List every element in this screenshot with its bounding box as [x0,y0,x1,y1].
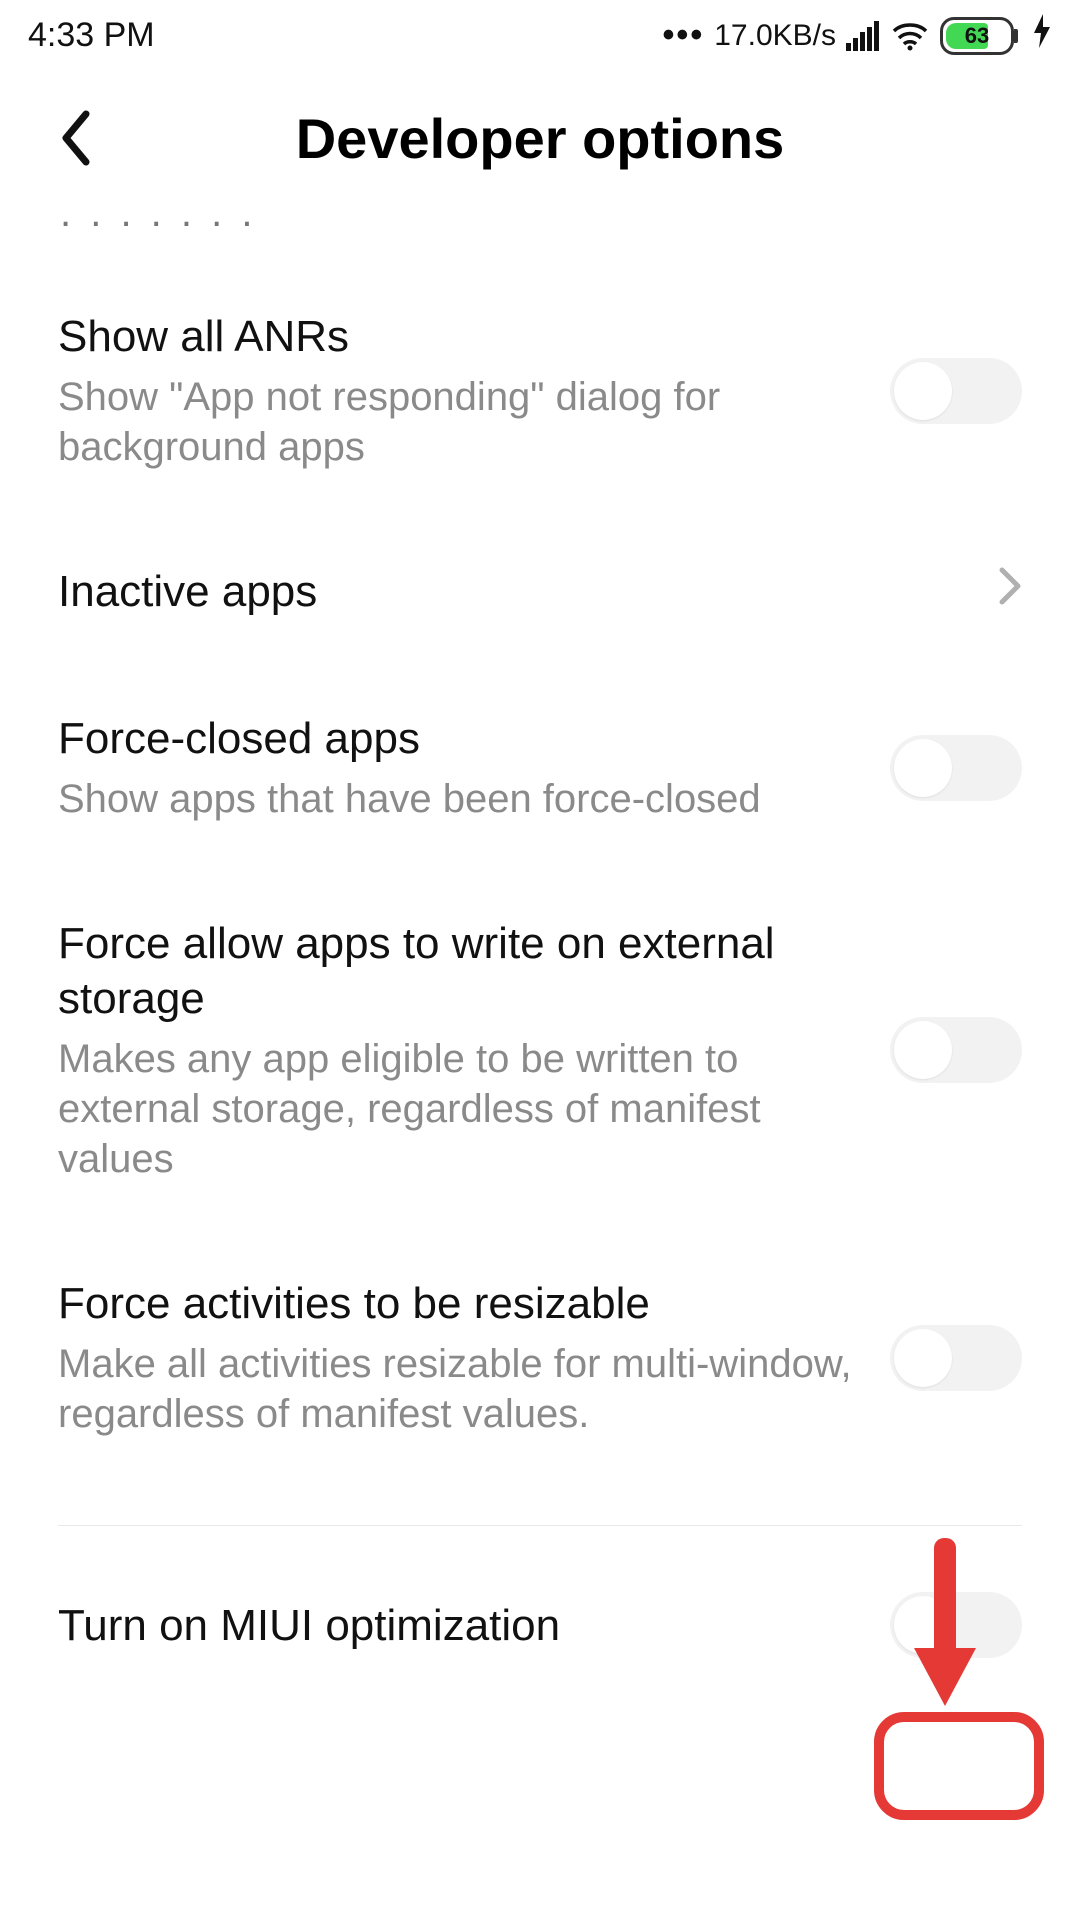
setting-title: Force allow apps to write on external st… [58,916,860,1026]
back-button[interactable] [40,103,110,173]
toggle-switch[interactable] [890,1325,1022,1391]
setting-force-resizable[interactable]: Force activities to be resizable Make al… [58,1230,1022,1485]
setting-show-all-anrs[interactable]: Show all ANRs Show "App not responding" … [58,223,1022,518]
setting-title: Force activities to be resizable [58,1276,860,1331]
setting-subtitle: Show "App not responding" dialog for bac… [58,372,860,472]
header: Developer options [0,63,1080,203]
setting-text: Inactive apps [58,564,968,619]
setting-text: Force-closed apps Show apps that have be… [58,711,860,824]
setting-title: Inactive apps [58,564,968,619]
setting-control [890,1017,1022,1083]
setting-control [998,566,1022,617]
setting-control [890,358,1022,424]
battery-icon: 63 [940,17,1016,55]
setting-miui-optimization[interactable]: Turn on MIUI optimization [58,1556,1022,1704]
toggle-switch[interactable] [890,735,1022,801]
annotation-highlight-box [874,1712,1044,1820]
chevron-left-icon [58,110,92,166]
setting-text: Turn on MIUI optimization [58,1598,860,1653]
setting-inactive-apps[interactable]: Inactive apps [58,518,1022,665]
setting-text: Force activities to be resizable Make al… [58,1276,860,1439]
cellular-signal-icon [846,21,880,51]
cutoff-text: . . . . . . . [0,203,1080,223]
setting-title: Force-closed apps [58,711,860,766]
setting-subtitle: Makes any app eligible to be written to … [58,1034,860,1184]
toggle-switch[interactable] [890,358,1022,424]
status-time: 4:33 PM [28,16,155,55]
status-bar: 4:33 PM ••• 17.0KB/s 63 [0,0,1080,63]
page-title: Developer options [110,106,970,171]
setting-title: Turn on MIUI optimization [58,1598,860,1653]
charging-icon [1032,14,1052,57]
setting-control [890,735,1022,801]
settings-list[interactable]: Show all ANRs Show "App not responding" … [0,223,1080,1704]
notification-dots-icon: ••• [663,16,705,55]
toggle-switch[interactable] [890,1017,1022,1083]
setting-force-write-external[interactable]: Force allow apps to write on external st… [58,870,1022,1230]
wifi-icon [890,21,930,51]
status-right: ••• 17.0KB/s 63 [663,14,1052,57]
setting-subtitle: Make all activities resizable for multi-… [58,1339,860,1439]
setting-subtitle: Show apps that have been force-closed [58,774,860,824]
chevron-right-icon [998,566,1022,617]
section-divider [58,1525,1022,1526]
setting-title: Show all ANRs [58,309,860,364]
battery-percent: 63 [943,23,1011,49]
setting-force-closed-apps[interactable]: Force-closed apps Show apps that have be… [58,665,1022,870]
net-speed: 17.0KB/s [714,19,836,53]
annotation-arrow-icon [910,1530,980,1715]
setting-control [890,1325,1022,1391]
setting-text: Force allow apps to write on external st… [58,916,860,1184]
setting-text: Show all ANRs Show "App not responding" … [58,309,860,472]
